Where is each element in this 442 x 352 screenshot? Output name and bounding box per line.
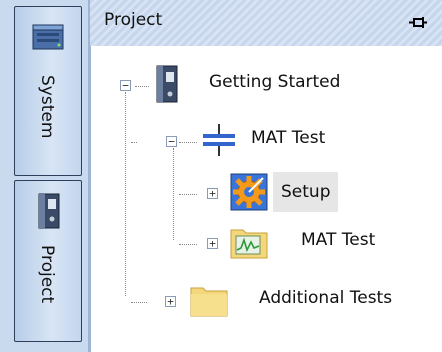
expand-toggle[interactable]: + xyxy=(207,188,218,199)
tree-connector xyxy=(131,302,147,303)
project-window: System Project Project − Getting Started… xyxy=(0,0,442,352)
tree-item-label: Setup xyxy=(273,172,339,212)
pin-icon[interactable] xyxy=(408,14,428,32)
panel-title: Project xyxy=(104,10,163,30)
side-tab-strip: System Project xyxy=(0,0,90,352)
graph-folder-icon xyxy=(230,229,268,259)
expand-toggle[interactable]: + xyxy=(207,238,218,249)
collapse-toggle[interactable]: − xyxy=(120,80,131,91)
tab-project[interactable]: Project xyxy=(14,180,82,342)
tree-connector xyxy=(173,148,174,240)
tree-connector xyxy=(179,194,197,195)
folder-icon xyxy=(190,287,228,317)
tree-connector xyxy=(125,92,126,296)
tree-item-additional-tests[interactable]: + Additional Tests xyxy=(165,280,435,320)
settings-gear-icon xyxy=(230,173,268,211)
binder-icon xyxy=(156,65,178,103)
tree-item-mat-test-child[interactable]: + MAT Test xyxy=(207,222,427,262)
server-icon xyxy=(32,24,64,50)
project-tree: − Getting Started − MAT Test + Setup + M… xyxy=(90,46,442,352)
tab-system-label: System xyxy=(37,75,57,139)
binder-icon xyxy=(38,193,60,229)
tree-item-label: Additional Tests xyxy=(259,288,393,308)
expand-toggle[interactable]: + xyxy=(165,296,176,307)
capacitor-icon xyxy=(203,124,235,156)
tree-item-label: MAT Test xyxy=(301,230,376,250)
tree-item-label: Getting Started xyxy=(209,72,341,92)
panel-title-bar: Project xyxy=(90,0,442,46)
tree-connector xyxy=(131,142,137,143)
project-panel: Project − Getting Started − MAT Test + S… xyxy=(90,0,442,352)
tab-project-label: Project xyxy=(37,245,57,304)
tree-item-setup[interactable]: + Setup xyxy=(207,172,387,212)
tree-item-mat-test[interactable]: − MAT Test xyxy=(163,120,423,160)
tree-item-getting-started[interactable]: − Getting Started xyxy=(117,64,417,104)
tree-item-label: MAT Test xyxy=(251,128,326,148)
tree-connector xyxy=(179,244,197,245)
tab-system[interactable]: System xyxy=(14,6,82,176)
collapse-toggle[interactable]: − xyxy=(166,136,177,147)
